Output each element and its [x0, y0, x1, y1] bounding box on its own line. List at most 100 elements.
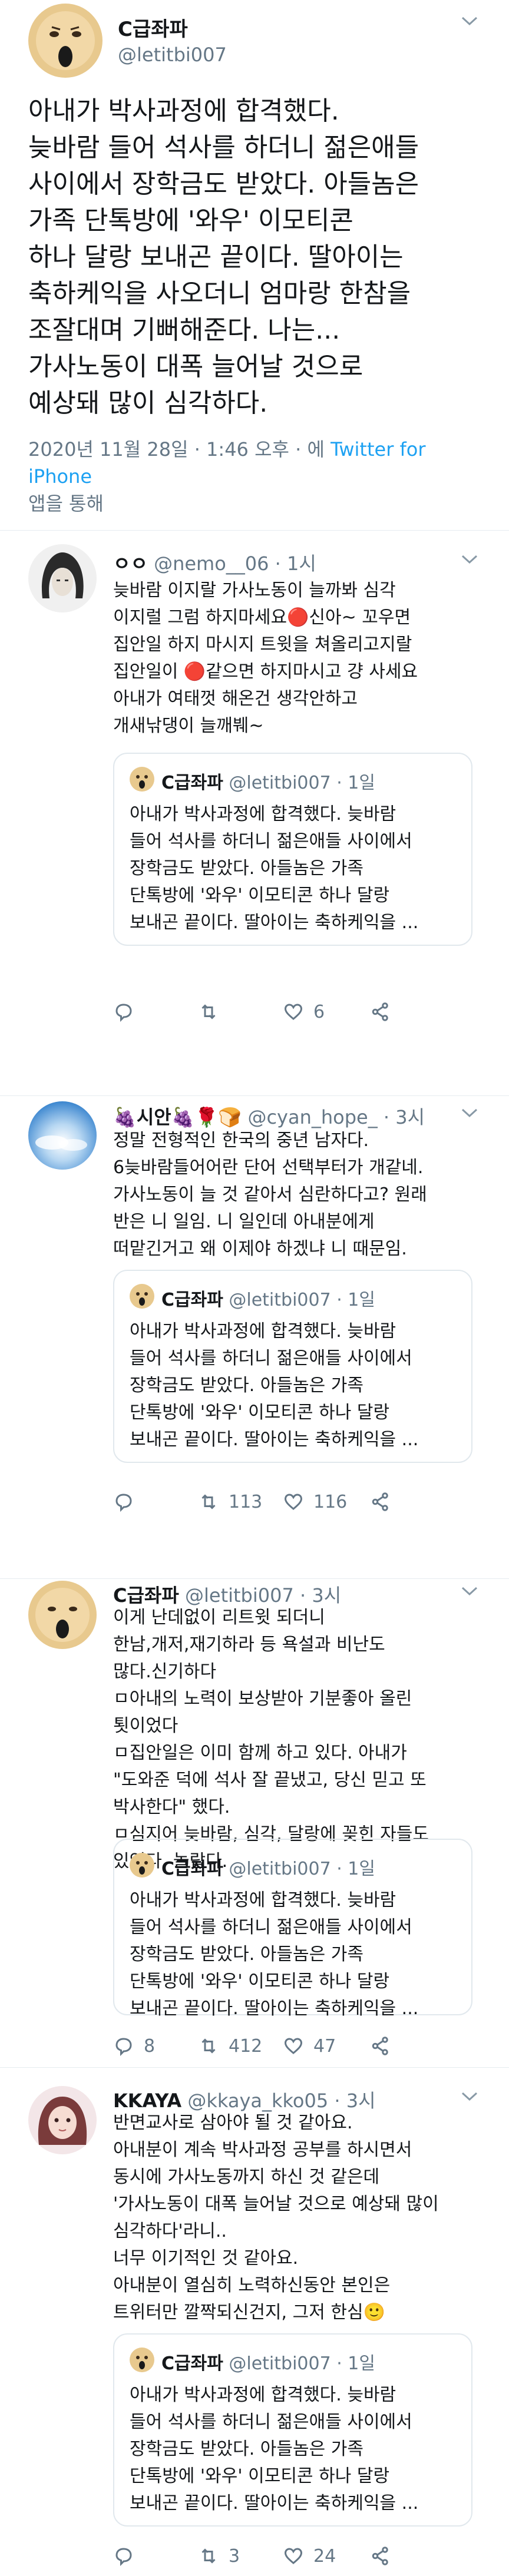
retweet-button[interactable]: 412 [198, 2035, 262, 2057]
quote-author-handle: @letitbi007 · 1일 [229, 2353, 375, 2374]
heart-icon [284, 2548, 303, 2564]
like-count: 116 [313, 1491, 348, 1512]
quoted-tweet[interactable]: C급좌파 @letitbi007 · 1일 아내가 박사과정에 합격했다. 늦바… [113, 1270, 472, 1463]
heart-icon [284, 1494, 303, 1510]
reply-header: 🍇시안🍇🌹🍞 @cyan_hope_ · 3시 [113, 1102, 425, 1130]
share-button[interactable] [370, 2545, 391, 2567]
like-button[interactable]: 47 [283, 2035, 336, 2057]
retweet-count: 412 [229, 2035, 263, 2057]
chevron-down-icon[interactable] [460, 554, 480, 565]
retweet-button[interactable]: 3 [198, 2545, 240, 2567]
like-button[interactable]: 24 [283, 2545, 336, 2567]
comment-icon [115, 1004, 132, 1022]
comment-icon [115, 1494, 132, 1512]
heart-icon [284, 2038, 303, 2054]
quote-author-name: C급좌파 [161, 1859, 223, 1879]
reply-author-name[interactable]: ㅇㅇ [113, 552, 148, 575]
reply-author-handle[interactable]: @cyan_hope_ · 3시 [247, 1106, 425, 1128]
reply-button[interactable] [113, 2545, 144, 2567]
reply-author-name[interactable]: 🍇시안🍇🌹🍞 [113, 1106, 242, 1128]
quote-header: C급좌파 @letitbi007 · 1일 [161, 2349, 375, 2375]
like-button[interactable]: 116 [283, 1491, 347, 1512]
reply-count: 8 [144, 2035, 156, 2057]
share-button[interactable] [370, 2035, 391, 2057]
reply-actions: 6 [113, 1001, 443, 1025]
quote-author-name: C급좌파 [161, 1290, 223, 1310]
quote-author-handle: @letitbi007 · 1일 [229, 1859, 375, 1879]
quote-text: 아내가 박사과정에 합격했다. 늦바람 들어 석사를 하더니 젊은애들 사이에서… [130, 1890, 419, 2019]
quoted-tweet[interactable]: C급좌파 @letitbi007 · 1일 아내가 박사과정에 합격했다. 늦바… [113, 1839, 472, 2019]
share-icon [372, 1002, 388, 1021]
retweet-count: 3 [229, 2545, 240, 2567]
share-icon [372, 2547, 388, 2565]
chevron-down-icon[interactable] [460, 1107, 480, 1119]
chevron-down-icon[interactable] [460, 15, 480, 27]
reply-actions: 3 24 [113, 2545, 443, 2569]
share-icon [372, 1492, 388, 1511]
author-handle[interactable]: @letitbi007 [118, 44, 227, 66]
quoted-tweet[interactable]: C급좌파 @letitbi007 · 1일 아내가 박사과정에 합격했다. 늦바… [113, 2333, 472, 2527]
reply-text: 정말 전형적인 한국의 중년 남자다. 6늦바람들어어란 단어 선택부터가 개같… [113, 1130, 427, 1259]
retweet-icon [201, 1494, 216, 1509]
reply-header: ㅇㅇ @nemo__06 · 1시 [113, 549, 316, 576]
reply-text: 늦바람 이지랄 가사노동이 늘까봐 심각 이지럴 그럼 하지마세요🔴신아~ 꼬우… [113, 580, 418, 736]
like-count: 24 [313, 2545, 336, 2567]
tweet-timestamp: 2020년 11월 28일 · 1:46 오후 · 에 Twitter for … [28, 436, 494, 517]
retweet-icon [201, 1004, 216, 1019]
comment-icon [115, 2038, 132, 2057]
reply-button[interactable] [113, 1491, 144, 1512]
reply-actions: 113 116 [113, 1491, 443, 1515]
quote-avatar [130, 767, 154, 792]
like-count: 47 [313, 2035, 336, 2057]
quote-avatar [130, 1284, 154, 1309]
share-button[interactable] [370, 1491, 391, 1512]
reply-button[interactable]: 8 [113, 2035, 155, 2057]
reply-avatar[interactable] [28, 544, 97, 612]
quote-author-name: C급좌파 [161, 2353, 223, 2374]
chevron-down-icon[interactable] [460, 1585, 480, 1597]
reply-author-handle[interactable]: @kkaya_kko05 · 3시 [187, 2090, 375, 2112]
quote-header: C급좌파 @letitbi007 · 1일 [161, 1285, 375, 1311]
retweet-button[interactable] [198, 1001, 229, 1022]
chevron-down-icon[interactable] [460, 2091, 480, 2102]
reply-actions: 8 412 47 [113, 2035, 443, 2059]
reply-avatar[interactable] [28, 1581, 97, 1649]
tweet-text: 아내가 박사과정에 합격했다. 늦바람 들어 석사를 하더니 젊은애들 사이에서… [28, 96, 419, 418]
retweet-button[interactable]: 113 [198, 1491, 262, 1512]
reply-tweet: ㅇㅇ @nemo__06 · 1시 늦바람 이지랄 가사노동이 늘까봐 심각 이… [0, 530, 509, 1096]
reply-avatar[interactable] [28, 1101, 97, 1170]
share-button[interactable] [370, 1001, 391, 1022]
reply-text: 이게 난데없이 리트윗 되더니 한남,개저,재기하라 등 욕설과 비난도 많다.… [113, 1607, 429, 1872]
quote-header: C급좌파 @letitbi007 · 1일 [161, 1854, 375, 1880]
timestamp-text: 2020년 11월 28일 · 1:46 오후 · 에 [28, 438, 331, 461]
quote-avatar [130, 1853, 154, 1878]
reply-tweet: 🍇시안🍇🌹🍞 @cyan_hope_ · 3시 정말 전형적인 한국의 중년 남… [0, 1095, 509, 1579]
like-button[interactable]: 6 [283, 1001, 325, 1022]
reply-tweet: KKAYA @kkaya_kko05 · 3시 반면교사로 삼아야 될 것 같아… [0, 2067, 509, 2576]
quote-text: 아내가 박사과정에 합격했다. 늦바람 들어 석사를 하더니 젊은애들 사이에서… [130, 804, 419, 933]
reply-author-handle[interactable]: @letitbi007 · 3시 [185, 1584, 341, 1607]
heart-icon [284, 1004, 303, 1020]
reply-button[interactable] [113, 1001, 144, 1022]
author-name[interactable]: C급좌파 [118, 13, 188, 42]
reply-avatar[interactable] [28, 2086, 97, 2154]
like-count: 6 [313, 1001, 325, 1022]
author-avatar[interactable] [28, 4, 103, 78]
retweet-count: 113 [229, 1491, 263, 1512]
quote-author-name: C급좌파 [161, 773, 223, 793]
retweet-icon [201, 2548, 216, 2564]
main-tweet: C급좌파 @letitbi007 아내가 박사과정에 합격했다. 늦바람 들어 … [0, 0, 509, 531]
reply-tweet: C급좌파 @letitbi007 · 3시 이게 난데없이 리트윗 되더니 한남… [0, 1578, 509, 2068]
retweet-icon [201, 2038, 216, 2054]
quote-avatar [130, 2347, 154, 2372]
comment-icon [115, 2548, 132, 2567]
reply-author-name[interactable]: C급좌파 [113, 1584, 179, 1607]
reply-author-handle[interactable]: @nemo__06 · 1시 [154, 552, 316, 575]
quote-text: 아내가 박사과정에 합격했다. 늦바람 들어 석사를 하더니 젊은애들 사이에서… [130, 1321, 419, 1450]
quoted-tweet[interactable]: C급좌파 @letitbi007 · 1일 아내가 박사과정에 합격했다. 늦바… [113, 753, 472, 946]
quote-text: 아내가 박사과정에 합격했다. 늦바람 들어 석사를 하더니 젊은애들 사이에서… [130, 2385, 419, 2514]
quote-author-handle: @letitbi007 · 1일 [229, 773, 375, 793]
quote-author-handle: @letitbi007 · 1일 [229, 1290, 375, 1310]
share-icon [372, 2037, 388, 2055]
reply-author-name[interactable]: KKAYA [113, 2090, 181, 2112]
